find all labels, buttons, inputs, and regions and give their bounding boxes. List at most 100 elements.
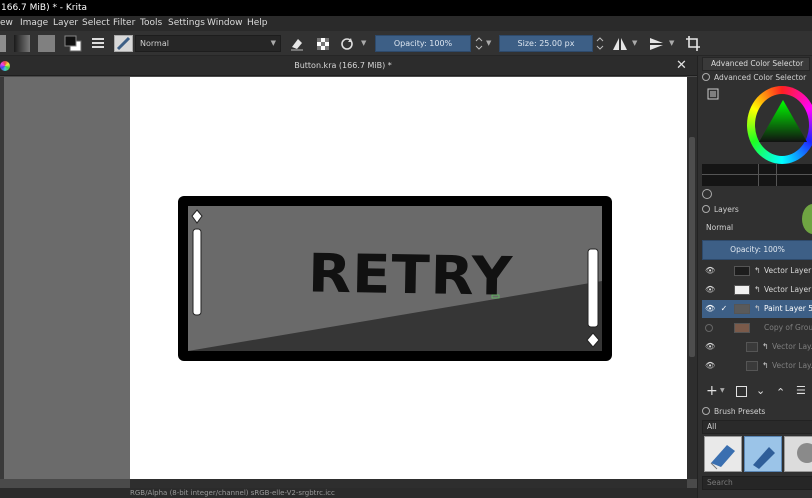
layer-blend-mode-value: Normal [706,223,734,232]
eye-icon[interactable]: 👁 [705,262,715,280]
layer-name: Vector Lay... [772,342,812,351]
layer-thumbnail [746,361,758,371]
layer-menu-icon[interactable]: ☰ [796,384,806,397]
brush-preset-icon[interactable] [114,35,133,52]
layer-name: Paint Layer 5 [764,304,812,313]
vector-layer-icon: ↰ [762,361,769,370]
layer-row[interactable]: 👁 ↰ Vector Layer 1 [702,281,812,299]
menu-bar: ew Image Layer Select Filter Tools Setti… [0,16,812,31]
menu-view[interactable]: ew [0,16,13,31]
blend-mode-select[interactable]: Normal ▼ [135,35,281,52]
opacity-slider[interactable]: Opacity: 100% [375,35,471,52]
close-icon[interactable]: ✕ [676,58,687,73]
vertical-scrollbar[interactable] [687,77,697,479]
layer-row[interactable]: Copy of Group [702,319,812,337]
gradient-icon[interactable] [14,35,30,52]
menu-filter[interactable]: Filter [113,16,135,31]
layer-blend-mode-select[interactable]: Normal [702,221,802,235]
tab-label: Advanced Color Selector [711,59,804,68]
search-placeholder: Search [707,478,733,487]
layer-checkbox-checked[interactable]: ✓ [720,300,728,318]
brush-tag-value: All [707,422,717,431]
crop-icon[interactable] [684,35,702,52]
move-layer-down-icon[interactable]: ⌄ [756,384,765,397]
vector-layer-icon: ↰ [754,266,761,275]
preserve-alpha-icon[interactable] [315,35,331,52]
title-bar: 166.7 MiB) * - Krita [0,0,812,16]
menu-layer[interactable]: Layer [53,16,78,31]
eye-icon[interactable]: 👁 [705,338,715,356]
reload-icon[interactable] [339,35,355,52]
layer-thumbnail [746,342,758,352]
layer-row[interactable]: 👁 ↰ Vector Layer 2 [702,262,812,280]
add-layer-icon[interactable]: + [706,383,718,399]
document-area: Button.kra (166.7 MiB) * ✕ RETRY RGB/Alp… [0,56,697,498]
brush-preset-eraser[interactable] [704,436,742,472]
color-wheel[interactable] [747,86,812,164]
layer-thumbnail [734,323,750,333]
color-history-strip[interactable] [702,164,812,186]
size-slider[interactable]: Size: 25.00 px [499,35,593,52]
brush-tag-filter[interactable]: All [702,420,812,434]
fg-bg-color-icon[interactable] [64,35,82,52]
layer-name: Vector Lay... [772,361,812,370]
chevron-down-icon[interactable]: ▼ [361,35,369,52]
document-tab[interactable]: Button.kra (166.7 MiB) * ✕ [0,56,697,76]
chevron-down-icon[interactable]: ▼ [720,387,725,394]
eye-icon[interactable]: 👁 [705,281,715,299]
menu-help[interactable]: Help [247,16,268,31]
layer-opacity-slider[interactable]: Opacity: 100% [702,240,812,260]
layer-thumbnail [734,285,750,295]
layers-list-icon[interactable] [90,35,106,52]
brush-search-input[interactable]: Search [702,476,812,490]
menu-window[interactable]: Window [207,16,243,31]
layer-thumbnail [734,304,750,314]
color-selector-title: Advanced Color Selector [714,73,807,82]
tab-advanced-color-selector[interactable]: Advanced Color Selector [702,57,810,71]
docker-float-icon[interactable] [702,73,710,81]
docker-float-icon[interactable] [702,407,710,415]
menu-tools[interactable]: Tools [140,16,162,31]
eye-icon[interactable]: 👁 [705,300,715,318]
opacity-label: Opacity: 100% [393,39,453,48]
mirror-vertical-icon[interactable] [648,35,666,52]
horizontal-scrollbar[interactable] [130,479,687,488]
menu-select[interactable]: Select [82,16,110,31]
layer-row-selected[interactable]: 👁 ✓ ↰ Paint Layer 5 [702,300,812,318]
color-selector-header: Advanced Color Selector [702,72,806,84]
scrollbar-thumb[interactable] [689,137,695,357]
chevron-down-icon[interactable]: ▼ [669,35,677,52]
layer-row[interactable]: 👁 ↰ Vector Lay... [702,338,812,356]
layer-row[interactable]: 👁 ↰ Vector Lay... [702,357,812,375]
layer-name: Vector Layer 2 [764,266,812,275]
canvas[interactable]: RETRY [130,77,687,479]
brush-preview-icon[interactable] [0,35,6,52]
layer-opacity-label: Opacity: 100% [730,245,785,254]
eye-icon[interactable]: 👁 [705,357,715,375]
brush-preset-blender[interactable] [784,436,812,472]
move-layer-up-icon[interactable]: ⌃ [776,386,785,399]
vector-layer-icon: ↰ [754,285,761,294]
chevron-down-icon[interactable]: ▼ [486,35,494,52]
layers-title: Layers [714,205,739,214]
layer-actions-bar: + ▼ ⌄ ⌃ ☰ [702,382,812,402]
opacity-spin-arrows[interactable] [474,35,484,52]
duplicate-layer-icon[interactable] [736,386,747,397]
docker-float-icon[interactable] [702,205,710,213]
mirror-horizontal-icon[interactable] [611,35,629,52]
canvas-margin [0,77,130,479]
menu-settings[interactable]: Settings [168,16,205,31]
size-spin-arrows[interactable] [595,35,605,52]
color-space-status: RGB/Alpha (8-bit integer/channel) sRGB-e… [130,489,335,497]
layer-properties-button[interactable] [802,204,812,234]
hidden-eye-icon[interactable] [705,324,713,332]
menu-image[interactable]: Image [20,16,48,31]
brush-preset-selected[interactable] [744,436,782,472]
docker-float-icon[interactable] [702,189,712,199]
eraser-icon[interactable] [289,35,305,52]
window-title: 166.7 MiB) * - Krita [1,3,88,13]
chevron-down-icon[interactable]: ▼ [632,35,640,52]
pattern-icon[interactable] [38,35,55,52]
color-settings-icon[interactable] [706,87,720,101]
document-title: Button.kra (166.7 MiB) * [294,61,392,70]
